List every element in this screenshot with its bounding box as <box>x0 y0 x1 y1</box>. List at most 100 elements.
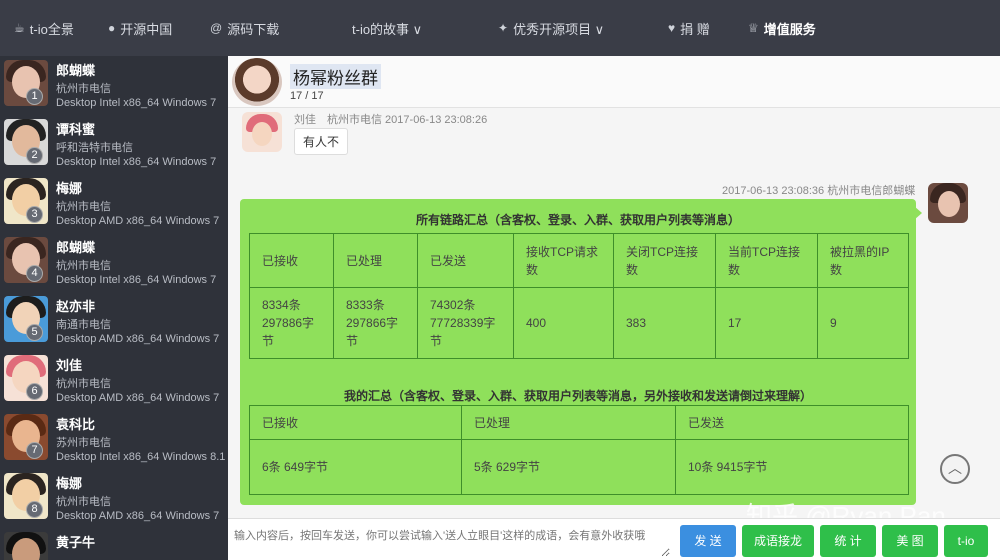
table-header-cell: 当前TCP连接数 <box>715 233 818 288</box>
table-row: 8334条 297886字节 8333条 297866字节 74302条 777… <box>249 287 909 359</box>
user-item[interactable]: 3 梅娜 杭州市电信 Desktop AMD x86_64 Windows 7 <box>0 174 228 233</box>
user-device: Desktop AMD x86_64 Windows 7 <box>56 510 220 522</box>
table-header-row: 已接收 已处理 已发送 接收TCP请求数 关闭TCP连接数 当前TCP连接数 被… <box>249 233 909 288</box>
my-summary-caption: 我的汇总（含客权、登录、入群、获取用户列表等消息，另外接收和发送请倒过来理解） <box>343 389 812 403</box>
user-name: 郎蝴蝶 <box>56 240 96 255</box>
user-device: Desktop Intel x86_64 Windows 7 <box>56 156 217 168</box>
user-item[interactable]: 7 袁科比 苏州市电信 Desktop Intel x86_64 Windows… <box>0 410 228 469</box>
avatar <box>4 532 48 560</box>
table-cell: 8334条 297886字节 <box>249 287 334 359</box>
user-item[interactable]: 8 梅娜 杭州市电信 Desktop AMD x86_64 Windows 7 <box>0 469 228 528</box>
table-cell: 17 <box>715 287 818 359</box>
tio-button[interactable]: t-io <box>944 525 988 557</box>
nav-label: t-io全景 <box>29 21 74 37</box>
user-index-badge: 6 <box>26 383 43 400</box>
message-input[interactable] <box>230 523 670 557</box>
t-io-icon: ☕ <box>14 21 25 35</box>
nav-oschina[interactable]: ● 开源中国 <box>108 0 172 56</box>
user-item[interactable]: 6 刘佳 杭州市电信 Desktop AMD x86_64 Windows 7 <box>0 351 228 410</box>
user-location: 杭州市电信 <box>56 260 111 272</box>
user-index-badge: 5 <box>26 324 43 341</box>
idiom-chain-button[interactable]: 成语接龙 <box>742 525 814 557</box>
user-index-badge: 1 <box>26 88 43 105</box>
table-cell: 383 <box>613 287 716 359</box>
user-item[interactable]: 2 谭科蜜 呼和浩特市电信 Desktop Intel x86_64 Windo… <box>0 115 228 174</box>
user-location: 杭州市电信 <box>56 378 111 390</box>
avatar[interactable] <box>242 112 282 152</box>
nav-tio-story[interactable]: t-io的故事 ∨ <box>352 0 422 56</box>
table-cell: 5条 629字节 <box>461 439 676 495</box>
table-cell: 6条 649字节 <box>249 439 462 495</box>
table-header-cell: 关闭TCP连接数 <box>613 233 716 288</box>
nav-source-download[interactable]: @ 源码下载 <box>210 0 279 56</box>
message-bubble-stats: 所有链路汇总（含客权、登录、入群、获取用户列表等消息） 已接收 已处理 已发送 … <box>240 199 916 505</box>
user-name: 黄子牛 <box>56 535 96 550</box>
user-index-badge: 2 <box>26 147 43 164</box>
user-item[interactable]: 5 赵亦非 南通市电信 Desktop AMD x86_64 Windows 7 <box>0 292 228 351</box>
tag-icon: ✦ <box>498 21 509 35</box>
nav-label: 源码下载 <box>227 21 280 37</box>
user-location: 苏州市电信 <box>56 437 111 449</box>
nav-label: 增值服务 <box>763 21 816 37</box>
user-device: Desktop AMD x86_64 Windows 7 <box>56 392 220 404</box>
user-index-badge: 3 <box>26 206 43 223</box>
user-device: Desktop AMD x86_64 Windows 7 <box>56 333 220 345</box>
user-index-badge: 7 <box>26 442 43 459</box>
table-cell: 8333条 297866字节 <box>333 287 418 359</box>
user-location: 呼和浩特市电信 <box>56 142 133 154</box>
heart-icon: ♥ <box>668 21 676 35</box>
user-name: 刘佳 <box>56 358 83 373</box>
user-item[interactable]: 1 郎蝴蝶 杭州市电信 Desktop Intel x86_64 Windows… <box>0 56 228 115</box>
message-meta: 刘佳 杭州市电信 2017-06-13 23:08:26 <box>294 114 488 126</box>
nav-tio-overview[interactable]: ☕ t-io全景 <box>14 0 74 56</box>
user-index-badge: 8 <box>26 501 43 518</box>
table-header-cell: 已处理 <box>333 233 418 288</box>
chevron-up-icon: ︿ <box>948 460 962 476</box>
all-links-caption: 所有链路汇总（含客权、登录、入群、获取用户列表等消息） <box>415 213 740 227</box>
chat-panel: 杨幂粉丝群 17 / 17 刘佳 杭州市电信 2017-06-13 23:08:… <box>228 56 1000 560</box>
avatar[interactable] <box>928 183 968 223</box>
table-header-cell: 被拉黑的IP数 <box>817 233 909 288</box>
user-item[interactable]: 4 郎蝴蝶 杭州市电信 Desktop Intel x86_64 Windows… <box>0 233 228 292</box>
pic-button[interactable]: 美 图 <box>882 525 938 557</box>
nav-open-source-projects[interactable]: ✦ 优秀开源项目 ∨ <box>498 0 604 56</box>
user-name: 郎蝴蝶 <box>56 63 96 78</box>
table-header-cell: 已处理 <box>461 405 676 440</box>
composer: 发 送 成语接龙 统 计 美 图 t-io <box>228 518 1000 560</box>
user-name: 谭科蜜 <box>56 122 96 137</box>
table-cell: 9 <box>817 287 909 359</box>
nav-value-added-service[interactable]: ♕ 增值服务 <box>748 0 816 56</box>
top-nav: ☕ t-io全景 ● 开源中国 @ 源码下载 t-io的故事 ∨ ✦ 优秀开源项… <box>0 0 1000 56</box>
at-icon: @ <box>210 21 223 35</box>
group-member-count: 17 / 17 <box>290 90 324 102</box>
user-name: 梅娜 <box>56 181 83 196</box>
table-row: 6条 649字节 5条 629字节 10条 9415字节 <box>249 439 909 495</box>
nav-label: 开源中国 <box>120 21 173 37</box>
user-name: 梅娜 <box>56 476 83 491</box>
user-name: 赵亦非 <box>56 299 96 314</box>
online-user-list: 1 郎蝴蝶 杭州市电信 Desktop Intel x86_64 Windows… <box>0 56 228 560</box>
user-location: 杭州市电信 <box>56 83 111 95</box>
user-device: Desktop Intel x86_64 Windows 7 <box>56 274 217 286</box>
user-location: 南通市电信 <box>56 319 111 331</box>
user-location: 杭州市电信 <box>56 201 111 213</box>
user-device: Desktop AMD x86_64 Windows 7 <box>56 215 220 227</box>
user-location: 杭州市电信 <box>56 496 111 508</box>
user-item[interactable]: 黄子牛 <box>0 528 228 560</box>
stats-button[interactable]: 统 计 <box>820 525 876 557</box>
message-bubble: 有人不 <box>294 128 349 155</box>
table-header-cell: 已发送 <box>675 405 909 440</box>
nav-label: t-io的故事 ∨ <box>352 21 423 37</box>
scroll-to-top-button[interactable]: ︿ <box>940 454 970 484</box>
nav-donate[interactable]: ♥ 捐 赠 <box>668 0 710 56</box>
send-button[interactable]: 发 送 <box>680 525 736 557</box>
nav-label: 优秀开源项目 ∨ <box>513 21 605 37</box>
group-avatar <box>232 58 282 106</box>
message-meta: 2017-06-13 23:08:36 杭州市电信郎蝴蝶 <box>722 185 916 197</box>
nav-label: 捐 赠 <box>680 21 710 37</box>
github-icon: ● <box>108 21 116 35</box>
table-cell: 10条 9415字节 <box>675 439 909 495</box>
user-name: 袁科比 <box>56 417 96 432</box>
user-index-badge: 4 <box>26 265 43 282</box>
user-device: Desktop Intel x86_64 Windows 7 <box>56 97 217 109</box>
